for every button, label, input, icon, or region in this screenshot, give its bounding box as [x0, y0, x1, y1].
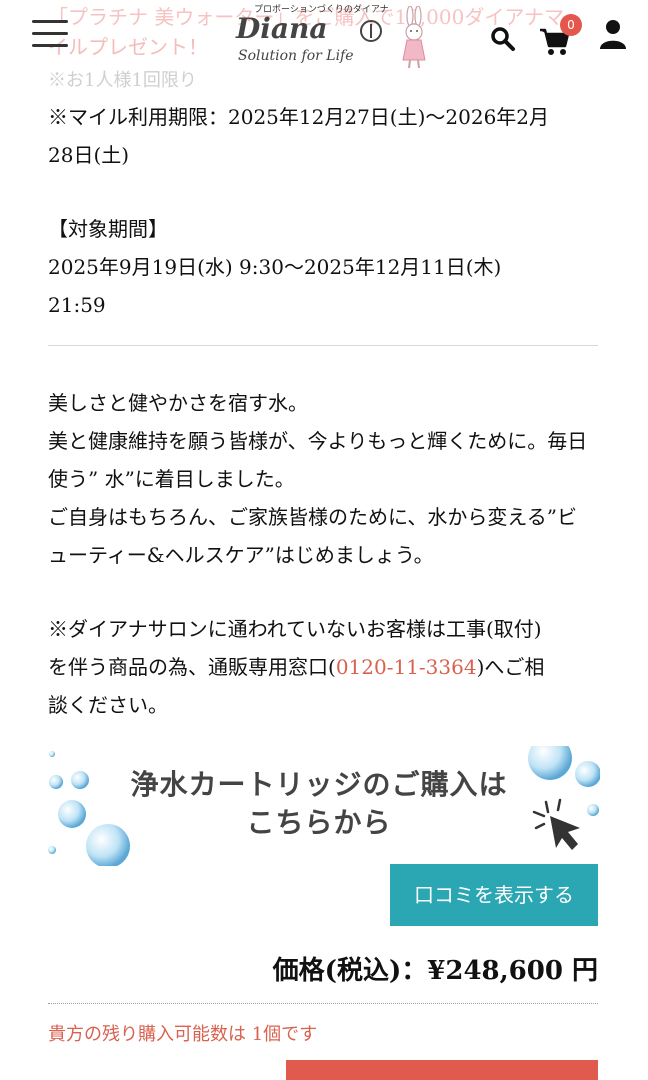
banner-heading: 浄水カートリッジのご購入は こちらから — [104, 766, 534, 842]
period-heading: 【対象期間】 — [48, 217, 168, 241]
intro-line: ューティー&ヘルスケア”はじめましょう。 — [48, 543, 434, 567]
price-divider — [48, 1003, 598, 1004]
banner-line: こちらから — [246, 806, 392, 839]
note-text: を伴う商品の為、通販専用窓口( — [48, 655, 336, 679]
banner-line: 浄水カートリッジのご購入は — [130, 768, 508, 801]
logo-mark — [360, 20, 382, 42]
cursor-click-icon — [532, 798, 580, 850]
logo-subtitle: Solution for Life — [238, 48, 354, 64]
purchase-button[interactable] — [286, 1060, 598, 1080]
period-text-2: 21:59 — [48, 293, 106, 317]
menu-icon[interactable] — [32, 20, 68, 48]
cartridge-purchase-banner[interactable]: 浄水カートリッジのご購入は こちらから — [48, 746, 600, 866]
campaign-text-faded-2: イルプレゼント！ — [48, 35, 208, 59]
note-line: 談ください。 — [48, 693, 168, 717]
product-intro: 美しさと健やかさを宿す水。 美と健康維持を願う皆様が、今よりもっと輝くために。毎… — [48, 384, 600, 724]
note-line: を伴う商品の為、通販専用窓口(0120-11-3364)へご相 — [48, 648, 600, 686]
show-reviews-button[interactable]: 口コミを表示する — [390, 864, 598, 926]
bunny-mascot-icon — [402, 6, 426, 69]
mile-expiry-text-2: 28日(土) — [48, 143, 130, 167]
logo-name: Diana — [236, 12, 328, 45]
phone-link[interactable]: 0120-11-3364 — [336, 655, 477, 679]
period-text: 2025年9月19日(水) 9:30〜2025年12月11日(木) — [48, 255, 502, 279]
intro-line: 美しさと健やかさを宿す水。 — [48, 391, 308, 415]
user-account-icon[interactable] — [598, 18, 628, 50]
note-line: ※ダイアナサロンに通われていないお客様は工事(取付) — [48, 617, 542, 641]
campaign-limit-faded: ※お1人様1回限り — [48, 70, 197, 91]
mile-expiry-text: ※マイル利用期限：2025年12月27日(土)〜2026年2月 — [48, 105, 550, 129]
cart-button[interactable]: 0 — [538, 14, 582, 58]
intro-line: ご自身はもちろん、ご家族皆様のために、水から変える”ビ — [48, 505, 578, 529]
product-description: ※マイル利用期限：2025年12月27日(土)〜2026年2月 28日(土) 【… — [48, 98, 600, 324]
note-text: )へご相 — [476, 655, 545, 679]
search-icon[interactable] — [490, 26, 516, 52]
price-label: 価格(税込)：¥248,600 円 — [272, 956, 598, 986]
cart-count-badge: 0 — [560, 14, 582, 36]
intro-line: 美と健康維持を願う皆様が、今よりもっと輝くために。毎日 — [48, 429, 588, 453]
remaining-purchase-text: 貴方の残り購入可能数は 1個です — [48, 1024, 318, 1045]
intro-line: 使う” 水”に着目しました。 — [48, 467, 295, 491]
site-logo[interactable]: プロポーションづくりのダイアナ Diana Solution for Life — [236, 2, 436, 69]
section-divider — [48, 345, 598, 346]
site-header: 「プラチナ 美ウォーター」をご購入で10,000ダイアナマ イルプレゼント！ ※… — [0, 0, 648, 91]
